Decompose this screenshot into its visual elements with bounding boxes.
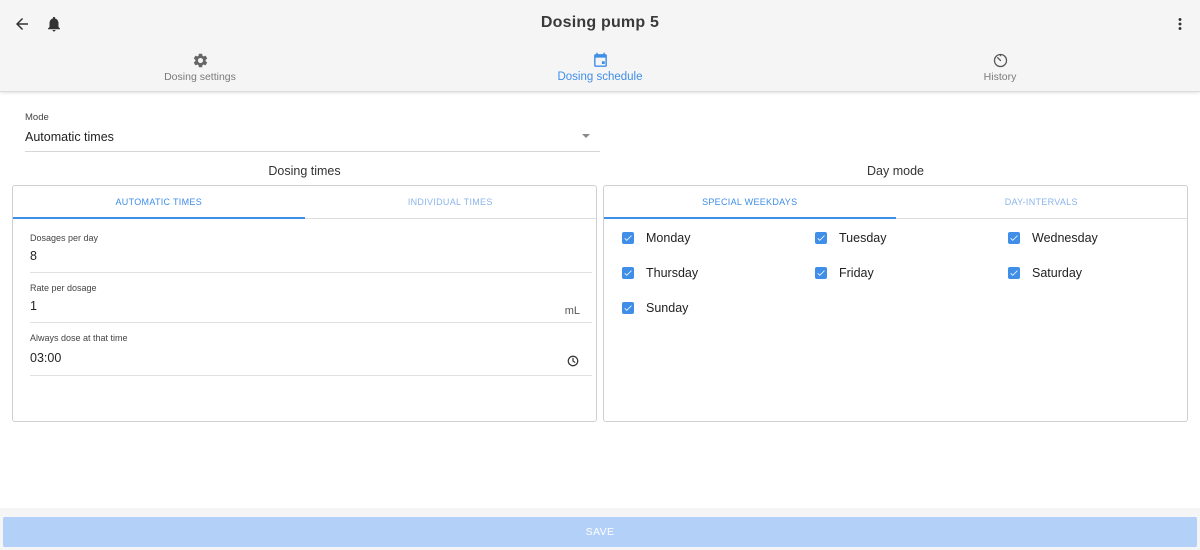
always-dose-time-value: 03:00	[30, 351, 62, 365]
tab-label: History	[983, 71, 1017, 83]
day-label: Thursday	[646, 266, 699, 280]
tab-individual-times[interactable]: INDIVIDUAL TIMES	[305, 186, 597, 218]
checkbox-checked-icon	[1008, 267, 1020, 279]
checkbox-monday[interactable]: Monday	[622, 231, 690, 245]
day-mode-tabs: SPECIAL WEEKDAYS DAY-INTERVALS	[604, 186, 1187, 219]
dropdown-arrow-icon	[582, 134, 590, 138]
checkbox-friday[interactable]: Friday	[815, 266, 874, 280]
tab-history[interactable]: History	[800, 48, 1200, 92]
day-label: Tuesday	[839, 231, 887, 245]
checkbox-wednesday[interactable]: Wednesday	[1008, 231, 1098, 245]
tab-dosing-settings[interactable]: Dosing settings	[0, 48, 400, 92]
checkbox-checked-icon	[815, 232, 827, 244]
day-mode-panel: SPECIAL WEEKDAYS DAY-INTERVALS Monday Tu…	[603, 185, 1188, 422]
day-label: Wednesday	[1032, 231, 1098, 245]
mode-label: Mode	[25, 112, 49, 123]
field-label: Dosages per day	[30, 233, 99, 243]
dosages-per-day-field[interactable]: Dosages per day 8	[30, 233, 592, 273]
tab-dosing-schedule[interactable]: Dosing schedule	[400, 48, 800, 92]
day-label: Monday	[646, 231, 691, 245]
dosages-per-day-value: 8	[30, 249, 37, 263]
field-label: Rate per dosage	[30, 283, 97, 293]
history-icon	[993, 53, 1007, 68]
gear-icon	[193, 53, 207, 68]
rate-per-dosage-value: 1	[30, 299, 37, 313]
app-bar: Dosing pump 5 Dosing settings Dosing sch…	[0, 0, 1200, 92]
dosing-times-tabs: AUTOMATIC TIMES INDIVIDUAL TIMES	[13, 186, 596, 219]
day-mode-title: Day mode	[867, 164, 924, 178]
tab-label: Dosing schedule	[557, 71, 643, 83]
day-label: Sunday	[646, 301, 689, 315]
checkbox-thursday[interactable]: Thursday	[622, 266, 698, 280]
rate-per-dosage-field[interactable]: Rate per dosage 1 mL	[30, 283, 592, 323]
checkbox-checked-icon	[622, 267, 634, 279]
field-label: Always dose at that time	[30, 333, 128, 343]
dosing-times-title: Dosing times	[268, 164, 341, 178]
unit-label: mL	[564, 305, 580, 317]
day-label: Friday	[839, 266, 874, 280]
tab-special-weekdays[interactable]: SPECIAL WEEKDAYS	[604, 186, 896, 219]
tab-day-intervals[interactable]: DAY-INTERVALS	[896, 186, 1188, 218]
footer: SAVE	[0, 508, 1200, 550]
dosing-times-panel: AUTOMATIC TIMES INDIVIDUAL TIMES Dosages…	[12, 185, 597, 422]
tab-label: Dosing settings	[164, 71, 236, 83]
top-bar: Dosing pump 5	[0, 0, 1200, 48]
mode-select[interactable]: Mode Automatic times	[25, 112, 600, 152]
day-label: Saturday	[1032, 266, 1083, 280]
checkbox-sunday[interactable]: Sunday	[622, 301, 688, 315]
page-title: Dosing pump 5	[540, 14, 660, 31]
calendar-icon	[593, 52, 607, 67]
checkbox-tuesday[interactable]: Tuesday	[815, 231, 886, 245]
clock-icon[interactable]	[567, 355, 579, 367]
checkbox-checked-icon	[622, 302, 634, 314]
mode-value: Automatic times	[25, 130, 114, 144]
checkbox-checked-icon	[815, 267, 827, 279]
checkbox-saturday[interactable]: Saturday	[1008, 266, 1082, 280]
checkbox-checked-icon	[622, 232, 634, 244]
checkbox-checked-icon	[1008, 232, 1020, 244]
more-options-button[interactable]	[1168, 12, 1192, 36]
more-vert-icon	[1178, 18, 1182, 30]
save-button[interactable]: SAVE	[3, 517, 1197, 547]
tab-automatic-times[interactable]: AUTOMATIC TIMES	[13, 186, 305, 219]
nav-tabs: Dosing settings Dosing schedule History	[0, 48, 1200, 92]
always-dose-time-field[interactable]: Always dose at that time 03:00	[30, 333, 592, 376]
